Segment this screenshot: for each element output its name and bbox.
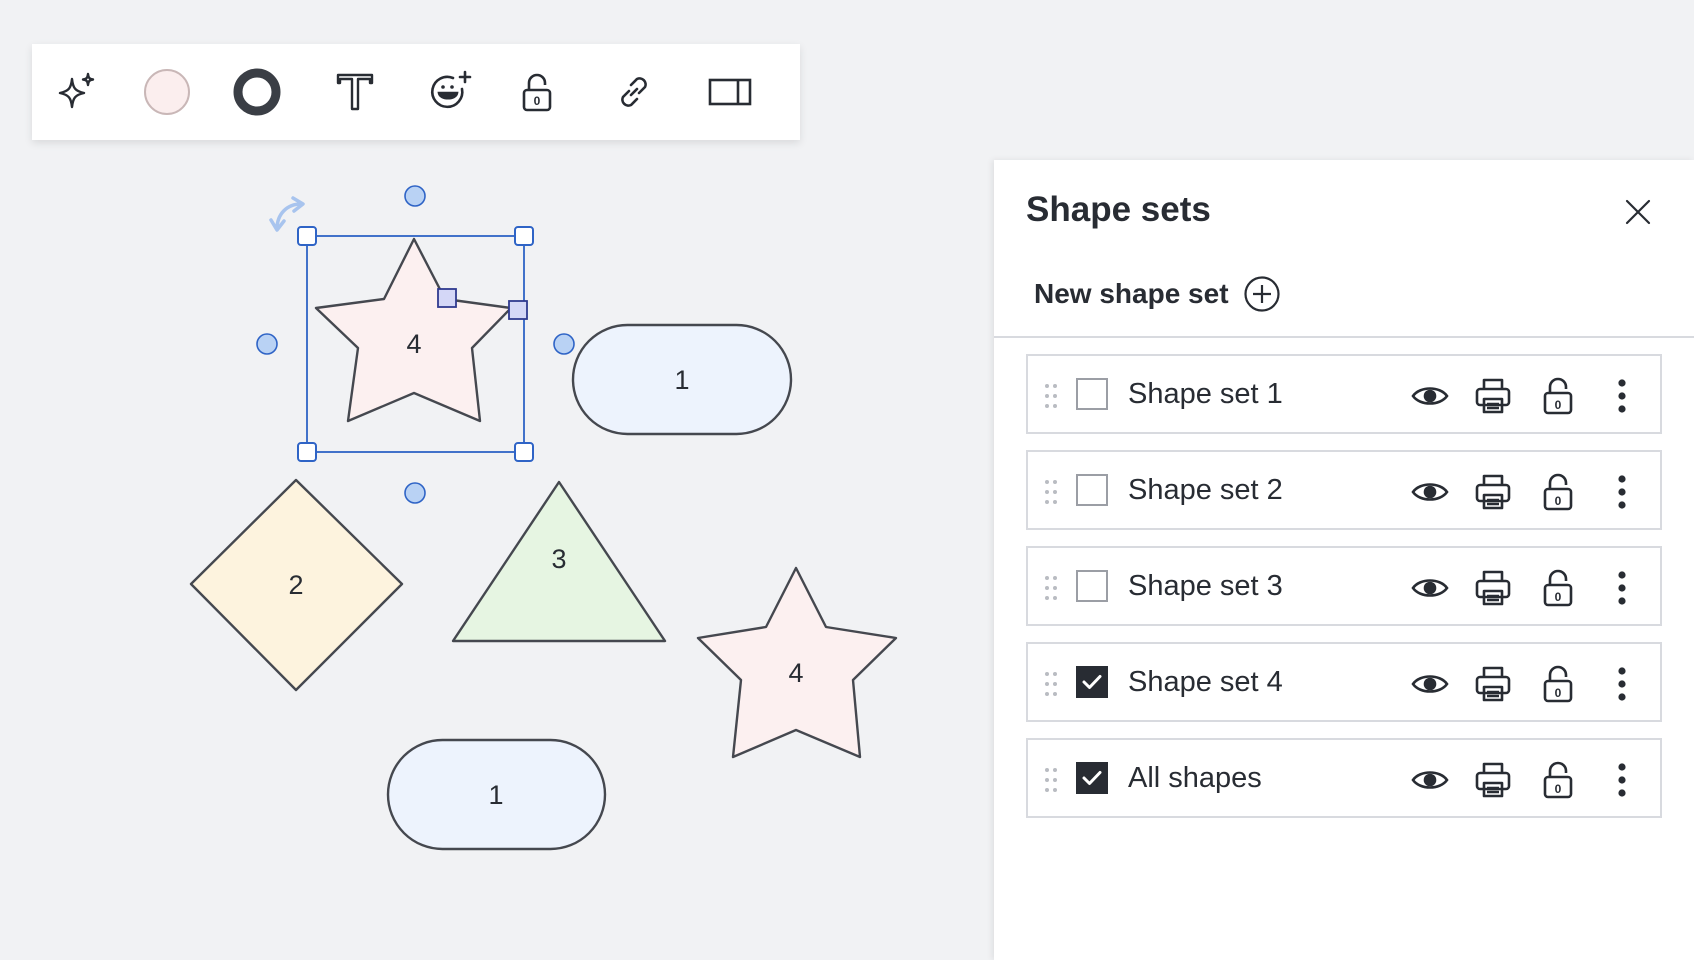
shape-triangle[interactable]: 3: [451, 480, 667, 643]
shape-diamond[interactable]: 2: [189, 478, 404, 692]
resize-handle[interactable]: [514, 226, 534, 246]
plus-circle-icon: [1243, 275, 1281, 313]
shape-set-row: Shape set 4 0: [1026, 642, 1662, 722]
shape-set-checkbox[interactable]: [1076, 666, 1108, 698]
shape-set-label: Shape set 3: [1128, 570, 1283, 602]
eye-icon[interactable]: [1408, 470, 1452, 514]
shape-set-label: Shape set 2: [1128, 474, 1283, 506]
unlock-icon[interactable]: 0: [1536, 758, 1580, 802]
ai-sparkle-icon[interactable]: [42, 44, 112, 140]
print-icon[interactable]: [1471, 662, 1515, 706]
shape-set-row: Shape set 3 0: [1026, 546, 1662, 626]
shape-set-checkbox[interactable]: [1076, 474, 1108, 506]
print-icon[interactable]: [1471, 374, 1515, 418]
resize-handle[interactable]: [514, 442, 534, 462]
drag-handle-icon[interactable]: [1044, 478, 1058, 506]
shape-label: 1: [488, 780, 503, 810]
close-icon[interactable]: [1618, 192, 1658, 232]
svg-text:0: 0: [534, 94, 541, 108]
shape-set-list: Shape set 1 0 Shape set 2 0 Shape set 3 …: [1026, 354, 1662, 834]
eye-icon[interactable]: [1408, 374, 1452, 418]
more-vertical-icon[interactable]: [1600, 662, 1644, 706]
fill-color-swatch[interactable]: [132, 44, 202, 140]
drawing-canvas[interactable]: 4 1 2 3 4 1: [0, 150, 990, 960]
shape-set-checkbox[interactable]: [1076, 570, 1108, 602]
connection-point[interactable]: [404, 185, 426, 207]
more-vertical-icon[interactable]: [1600, 470, 1644, 514]
svg-text:0: 0: [1555, 590, 1562, 604]
print-icon[interactable]: [1471, 470, 1515, 514]
shape-set-checkbox[interactable]: [1076, 762, 1108, 794]
drag-handle-icon[interactable]: [1044, 574, 1058, 602]
border-style-button[interactable]: [222, 44, 292, 140]
text-icon[interactable]: [320, 44, 390, 140]
drag-handle-icon[interactable]: [1044, 670, 1058, 698]
print-icon[interactable]: [1471, 566, 1515, 610]
checkmark-icon: [1082, 771, 1102, 785]
shape-label: 4: [788, 658, 803, 688]
unlock-icon[interactable]: 0: [1536, 566, 1580, 610]
more-vertical-icon[interactable]: [1600, 758, 1644, 802]
unlock-icon[interactable]: 0: [1536, 374, 1580, 418]
link-icon[interactable]: [599, 44, 669, 140]
shape-terminator[interactable]: 1: [571, 323, 793, 436]
shape-adjust-handle[interactable]: [508, 300, 528, 320]
lock-icon[interactable]: 0: [502, 44, 572, 140]
shape-set-row: Shape set 2 0: [1026, 450, 1662, 530]
rotate-handle-icon[interactable]: [269, 196, 305, 232]
drag-handle-icon[interactable]: [1044, 766, 1058, 794]
svg-text:0: 0: [1555, 398, 1562, 412]
svg-text:0: 0: [1555, 686, 1562, 700]
panel-title: Shape sets: [1026, 190, 1211, 229]
print-icon[interactable]: [1471, 758, 1515, 802]
toolbar: 0: [32, 44, 800, 140]
shape-set-label: Shape set 4: [1128, 666, 1283, 698]
drag-handle-icon[interactable]: [1044, 382, 1058, 410]
resize-handle[interactable]: [297, 442, 317, 462]
connection-point[interactable]: [404, 482, 426, 504]
shape-label: 3: [551, 544, 566, 574]
shape-star-selected[interactable]: 4: [314, 237, 513, 423]
shape-label: 4: [406, 329, 421, 359]
eye-icon[interactable]: [1408, 566, 1452, 610]
shape-label: 1: [674, 365, 689, 395]
divider: [994, 336, 1694, 338]
svg-text:0: 0: [1555, 494, 1562, 508]
shape-star[interactable]: 4: [696, 566, 898, 759]
shape-sets-panel: Shape sets New shape set Shape set 1 0 S…: [994, 160, 1694, 960]
svg-text:0: 0: [1555, 782, 1562, 796]
shape-set-checkbox[interactable]: [1076, 378, 1108, 410]
panel-toggle-icon[interactable]: [695, 44, 765, 140]
connection-point[interactable]: [256, 333, 278, 355]
add-emoji-icon[interactable]: [417, 44, 487, 140]
unlock-icon[interactable]: 0: [1536, 662, 1580, 706]
shape-set-label: Shape set 1: [1128, 378, 1283, 410]
new-shape-set-button[interactable]: New shape set: [1034, 275, 1281, 313]
connection-point[interactable]: [553, 333, 575, 355]
eye-icon[interactable]: [1408, 758, 1452, 802]
unlock-icon[interactable]: 0: [1536, 470, 1580, 514]
shape-label: 2: [288, 570, 303, 600]
resize-handle[interactable]: [297, 226, 317, 246]
shape-set-row: Shape set 1 0: [1026, 354, 1662, 434]
checkmark-icon: [1082, 675, 1102, 689]
shape-adjust-handle[interactable]: [437, 288, 457, 308]
more-vertical-icon[interactable]: [1600, 566, 1644, 610]
shape-set-label: All shapes: [1128, 762, 1262, 794]
shape-set-row: All shapes 0: [1026, 738, 1662, 818]
new-shape-set-label: New shape set: [1034, 278, 1229, 309]
shape-terminator[interactable]: 1: [386, 738, 607, 851]
eye-icon[interactable]: [1408, 662, 1452, 706]
more-vertical-icon[interactable]: [1600, 374, 1644, 418]
